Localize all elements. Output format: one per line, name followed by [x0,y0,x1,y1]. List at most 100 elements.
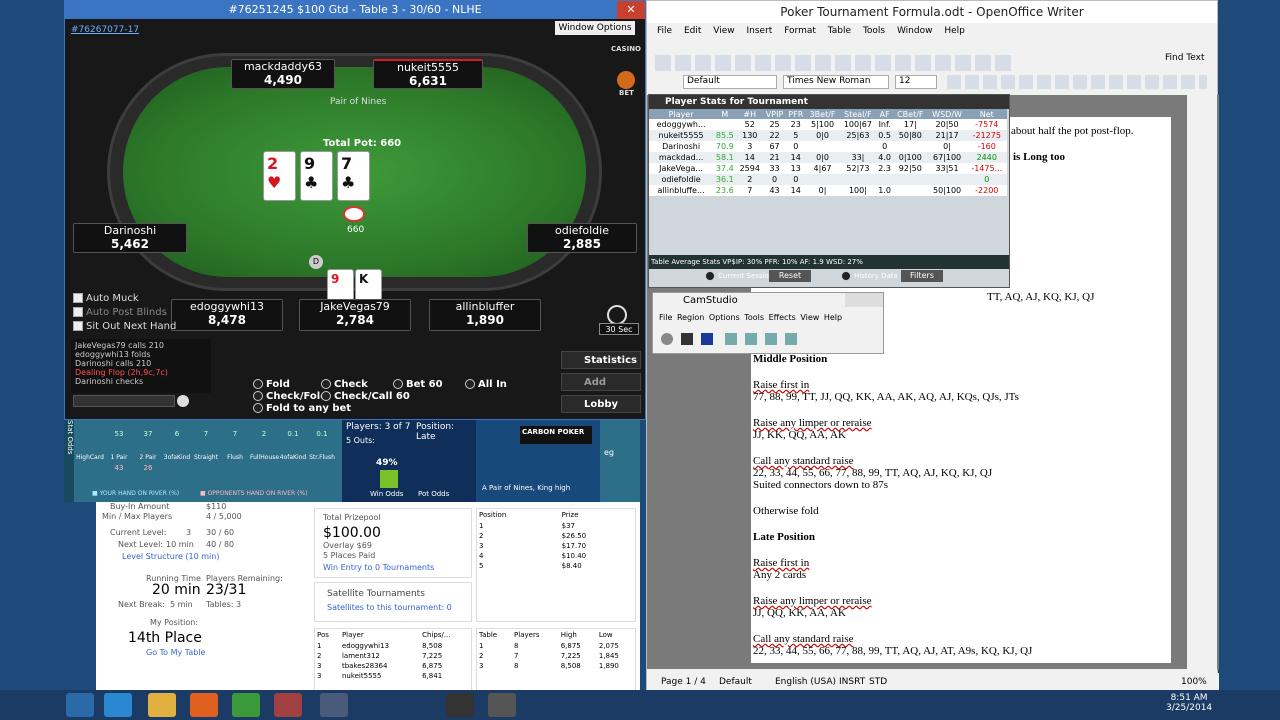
seat-nukeit5555[interactable]: nukeit5555 6,631 [373,59,483,89]
find-text-button[interactable]: Find Text [1165,53,1205,63]
menu-view[interactable]: View [713,26,734,36]
doc-line[interactable]: JJ, QQ, KK, AA, AK [753,607,846,619]
doc-line[interactable]: Raise any limper or reraise [753,417,872,429]
table-row[interactable]: edoggywh... 52 25 23 5|100 100|67 Inf. 17| 20|50… [649,119,1007,130]
explorer-icon[interactable] [148,693,176,717]
table-row[interactable]: 3 8 8,508 1,890 [477,661,635,671]
menu-format[interactable]: Format [784,26,816,36]
table-row[interactable]: nukeit5555 85.5 130 22 5 0|0 25|63 0.5 50|80 21|1… [649,130,1007,141]
filters-button[interactable]: Filters [901,270,943,282]
firefox-icon[interactable] [190,693,218,717]
table-row[interactable]: 3 $17.70 [477,541,635,551]
table-row[interactable]: allinbluffe... 23.6 7 43 14 0| 100| 1.0 50|100 -2… [649,185,1007,196]
doc-line[interactable]: Suited connectors down to 87s [753,479,888,491]
seat-edoggywhi13[interactable]: edoggywhi13 8,478 [171,299,283,331]
seat-darinoshi[interactable]: Darinoshi 5,462 [73,223,187,253]
table-row[interactable]: Darinoshi 70.9 3 67 0 0 0| -160 [649,141,1007,152]
table-row[interactable]: 3 tbakes28364 6,875 [315,661,471,671]
check-option[interactable]: Check [321,379,368,390]
doc-line[interactable]: Any 2 cards [753,569,806,581]
window-options-button[interactable]: Window Options [555,21,635,35]
pause-icon[interactable] [681,333,693,345]
poker-app-icon[interactable] [320,693,348,717]
seat-allinbluffer[interactable]: allinbluffer 1,890 [429,299,541,331]
menu-help[interactable]: Help [944,26,965,36]
seat-odiefoldie[interactable]: odiefoldie 2,885 [527,223,637,253]
table-row[interactable]: 1 $37 [477,521,635,531]
doc-line[interactable]: about half the pot post-flop. [1011,125,1134,137]
doc-line[interactable]: Raise first in [753,557,809,569]
emoticon-icon[interactable] [177,395,189,407]
table-row[interactable]: mackdad... 58.1 14 21 14 0|0 33| 4.0 0|100 67|100… [649,152,1007,163]
reset-button[interactable]: Reset [769,270,811,282]
doc-line[interactable]: Late Position [753,531,815,543]
doc-line[interactable]: TT, AQ, AJ, KQ, KJ, QJ [987,291,1094,303]
current-session-radio[interactable]: Current Session [705,271,773,281]
lobby-button[interactable]: Lobby [561,395,641,413]
auto-muck-checkbox[interactable]: Auto Muck [73,293,139,304]
record-icon[interactable] [661,333,673,345]
chat-input[interactable] [73,395,175,407]
table-row[interactable]: 2 7 7,225 1,845 [477,651,635,661]
poker-close-button[interactable]: ✕ [617,1,645,19]
menu-tools[interactable]: Tools [863,26,885,36]
standard-toolbar[interactable] [655,55,1015,71]
doc-line[interactable]: Call any standard raise [753,633,854,645]
sit-out-checkbox[interactable]: Sit Out Next Hand [73,321,176,332]
table-id-link[interactable]: #76267077-17 [71,25,139,35]
table-row[interactable]: 2 $26.50 [477,531,635,541]
stat-odds-tab[interactable]: Stat Odds [64,420,74,502]
chrome-icon[interactable] [232,693,260,717]
menu-table[interactable]: Table [828,26,851,36]
check-call-option[interactable]: Check/Call 60 [321,391,410,402]
bet-option[interactable]: Bet 60 [393,379,443,390]
menu-insert[interactable]: Insert [746,26,772,36]
camstudio-app-icon[interactable] [488,693,516,717]
doc-line[interactable]: Raise first in [753,379,809,391]
system-clock[interactable]: 8:51 AM 3/25/2014 [1166,693,1212,713]
ie-icon[interactable] [104,693,132,717]
doc-line[interactable]: 77, 88, 99, TT, JJ, QQ, KK, AA, AK, AQ, … [753,391,1019,403]
doc-line[interactable]: Raise any limper or reraise [753,595,872,607]
doc-line[interactable]: 22, 33, 44, 55, 66, 77, 88, 99, TT, AQ, … [753,645,1032,657]
goto-table-link[interactable]: Go To My Table [146,648,205,657]
table-row[interactable]: 5 $8.40 [477,561,635,571]
table-row[interactable]: odiefoldie 36.1 2 0 0 0 [649,174,1007,185]
level-structure-link[interactable]: Level Structure (10 min) [122,552,219,561]
table-row[interactable]: JakeVega... 37.4 2594 33 13 4|67 52|73 2.3 92|50… [649,163,1007,174]
statistics-button[interactable]: Statistics [561,351,641,369]
font-name-select[interactable]: Times New Roman [783,75,889,89]
doc-line[interactable]: Otherwise fold [753,505,819,517]
formatting-toolbar[interactable] [947,75,1207,89]
start-icon[interactable] [66,693,94,717]
camstudio-window-controls[interactable] [845,293,883,307]
check-fold-option[interactable]: Check/Fold [253,391,327,402]
camstudio-menu[interactable]: File Region Options Tools Effects View H… [659,313,842,322]
camstudio-toolbar[interactable] [725,333,805,345]
table-row[interactable]: 1 edoggywhi13 8,508 [315,641,471,651]
stop-icon[interactable] [701,333,713,345]
table-row[interactable]: 3 nukeit5555 6,841 [315,671,471,681]
satellite-sub[interactable]: Satellites to this tournament: 0 [327,603,452,612]
font-size-select[interactable]: 12 [895,75,937,89]
add-chips-button[interactable]: Add Chips [561,373,641,406]
basketball-icon[interactable] [617,71,635,89]
doc-line[interactable]: is Long too [1013,151,1065,163]
menu-edit[interactable]: Edit [684,26,701,36]
fold-option[interactable]: Fold [253,379,290,390]
all-in-option[interactable]: All In [465,379,507,390]
win-entry-link[interactable]: Win Entry to 0 Tournaments [323,563,434,572]
history-data-radio[interactable]: History Data [841,271,898,281]
auto-post-blinds-checkbox[interactable]: Auto Post Blinds [73,307,167,318]
seat-jakevegas79[interactable]: JakeVegas79 2,784 [299,299,411,331]
hud-app-icon[interactable] [446,693,474,717]
fold-any-option[interactable]: Fold to any bet [253,403,351,414]
seat-mackdaddy63[interactable]: mackdaddy63 4,490 [231,59,335,89]
table-row[interactable]: 4 $10.40 [477,551,635,561]
paragraph-style-select[interactable]: Default [683,75,777,89]
doc-line[interactable]: Middle Position [753,353,827,365]
casino-label[interactable]: CASINO [611,45,641,53]
app-icon[interactable] [274,693,302,717]
doc-line[interactable]: 22, 33, 44, 55, 66, 77, 88, 99, TT, AQ, … [753,467,992,479]
menu-window[interactable]: Window [897,26,933,36]
